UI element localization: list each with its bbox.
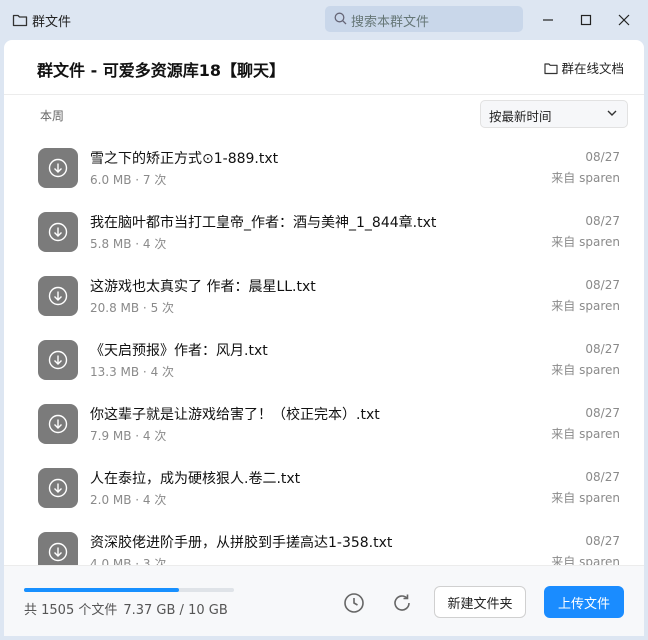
group-files-panel: 群文件 - 可爱多资源库18【聊天】 群在线文档 本周 按最新时间 雪之下的矫正… — [4, 40, 644, 636]
file-download-icon[interactable] — [38, 212, 78, 252]
file-name: 人在泰拉，成为硬核狠人.卷二.txt — [90, 471, 301, 487]
file-meta: 5.8 MB · 4 次 — [90, 237, 167, 251]
file-meta: 6.0 MB · 7 次 — [90, 173, 167, 187]
footer-bar: 共 1505 个文件 7.37 GB / 10 GB 新建文件夹 上传文件 — [4, 565, 644, 636]
search-icon — [334, 12, 347, 25]
file-name: 你这辈子就是让游戏给害了！（校正完本）.txt — [90, 407, 380, 423]
window-title: 群文件 — [32, 15, 72, 30]
page-title: 群文件 - 可爱多资源库18【聊天】 — [37, 61, 286, 80]
storage-summary: 共 1505 个文件 7.37 GB / 10 GB — [24, 599, 234, 618]
title-bar: 群文件 搜索本群文件 — [0, 0, 648, 40]
refresh-icon[interactable] — [390, 591, 414, 615]
sort-dropdown[interactable]: 按最新时间 — [480, 100, 628, 128]
file-row[interactable]: 这游戏也太真实了 作者：晨星LL.txt 20.8 MB · 5 次 08/27… — [4, 266, 644, 330]
file-meta: 2.0 MB · 4 次 — [90, 493, 167, 507]
storage-progress-fill — [24, 588, 179, 592]
file-date: 08/27 — [585, 214, 620, 228]
search-placeholder: 搜索本群文件 — [351, 15, 430, 30]
header-divider — [4, 94, 644, 95]
file-meta: 20.8 MB · 5 次 — [90, 301, 175, 315]
folder-icon — [544, 63, 559, 75]
file-date: 08/27 — [585, 278, 620, 292]
file-download-icon[interactable] — [38, 276, 78, 316]
minimize-icon[interactable] — [538, 10, 558, 30]
history-icon[interactable] — [342, 591, 366, 615]
section-label: 本周 — [40, 109, 65, 123]
folder-icon — [12, 14, 28, 27]
file-download-icon[interactable] — [38, 148, 78, 188]
upload-file-button[interactable]: 上传文件 — [544, 586, 624, 618]
file-date: 08/27 — [585, 470, 620, 484]
search-input[interactable]: 搜索本群文件 — [325, 6, 523, 32]
file-download-icon[interactable] — [38, 468, 78, 508]
file-uploader: 来自 sparen — [551, 299, 620, 313]
file-uploader: 来自 sparen — [551, 491, 620, 505]
file-row[interactable]: 《天启预报》作者：风月.txt 13.3 MB · 4 次 08/27 来自 s… — [4, 330, 644, 394]
file-row[interactable]: 我在脑叶都市当打工皇帝_作者：酒与美神_1_844章.txt 5.8 MB · … — [4, 202, 644, 266]
file-date: 08/27 — [585, 150, 620, 164]
sort-label: 按最新时间 — [489, 109, 552, 124]
online-docs-label: 群在线文档 — [561, 61, 624, 76]
file-meta: 7.9 MB · 4 次 — [90, 429, 167, 443]
file-download-icon[interactable] — [38, 340, 78, 380]
file-name: 雪之下的矫正方式⊙1-889.txt — [90, 151, 279, 167]
file-uploader: 来自 sparen — [551, 235, 620, 249]
file-uploader: 来自 sparen — [551, 427, 620, 441]
file-name: 《天启预报》作者：风月.txt — [90, 343, 268, 359]
file-row[interactable]: 你这辈子就是让游戏给害了！（校正完本）.txt 7.9 MB · 4 次 08/… — [4, 394, 644, 458]
file-row[interactable]: 人在泰拉，成为硬核狠人.卷二.txt 2.0 MB · 4 次 08/27 来自… — [4, 458, 644, 522]
file-download-icon[interactable] — [38, 404, 78, 444]
file-uploader: 来自 sparen — [551, 363, 620, 377]
file-date: 08/27 — [585, 342, 620, 356]
file-date: 08/27 — [585, 534, 620, 548]
storage-usage: 7.37 GB / 10 GB — [123, 603, 228, 618]
new-folder-button[interactable]: 新建文件夹 — [434, 586, 526, 618]
file-meta: 13.3 MB · 4 次 — [90, 365, 175, 379]
file-name: 这游戏也太真实了 作者：晨星LL.txt — [90, 279, 316, 295]
file-date: 08/27 — [585, 406, 620, 420]
online-docs-button[interactable]: 群在线文档 — [544, 58, 624, 77]
maximize-icon[interactable] — [576, 10, 596, 30]
file-uploader: 来自 sparen — [551, 171, 620, 185]
chevron-down-icon — [607, 110, 617, 116]
file-name: 我在脑叶都市当打工皇帝_作者：酒与美神_1_844章.txt — [90, 215, 437, 231]
file-row[interactable]: 雪之下的矫正方式⊙1-889.txt 6.0 MB · 7 次 08/27 来自… — [4, 138, 644, 202]
storage-progress-bar — [24, 588, 234, 592]
file-count: 共 1505 个文件 — [24, 603, 118, 618]
close-icon[interactable] — [614, 10, 634, 30]
file-name: 资深胶佬进阶手册，从拼胶到手搓高达1-358.txt — [90, 535, 393, 551]
